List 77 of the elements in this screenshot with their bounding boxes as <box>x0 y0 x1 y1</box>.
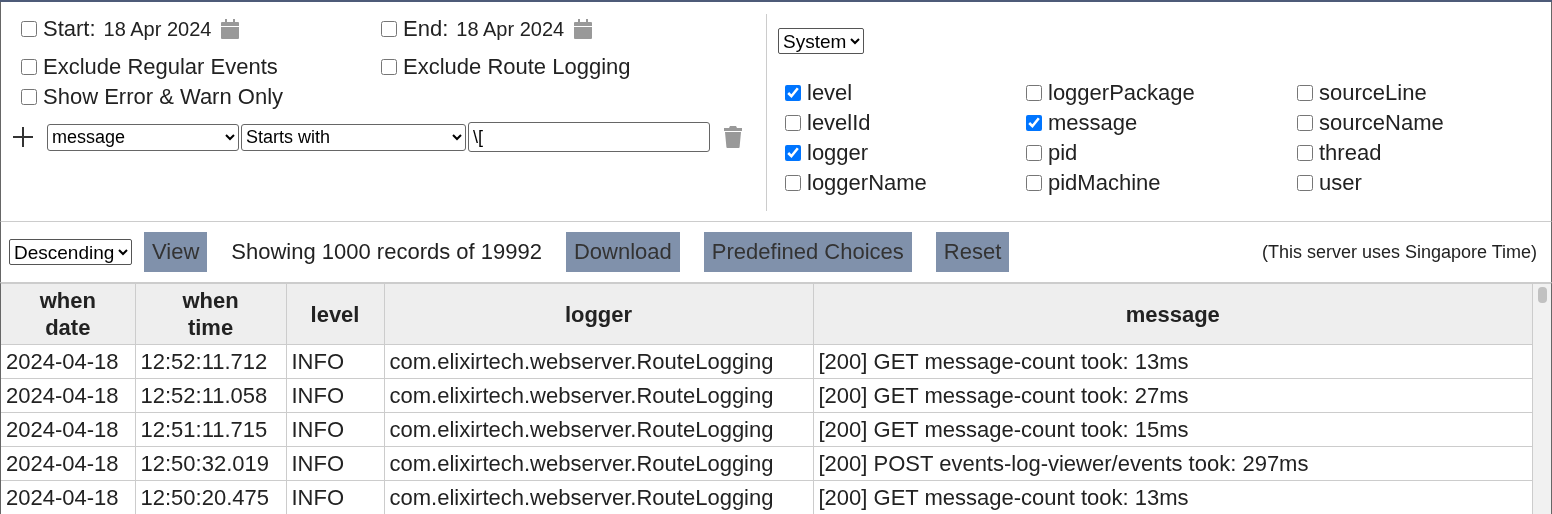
add-icon[interactable] <box>13 127 33 147</box>
column-header[interactable]: when time <box>135 284 286 345</box>
column-checkbox[interactable] <box>785 115 801 131</box>
column-label: user <box>1319 170 1362 196</box>
column-label: level <box>807 80 853 106</box>
table-cell: 2024-04-18 <box>1 412 135 447</box>
table-cell: 2024-04-18 <box>1 446 135 481</box>
column-header[interactable]: message <box>813 284 1533 345</box>
column-header[interactable]: when date <box>1 284 135 345</box>
table-cell: INFO <box>286 446 384 481</box>
date-checkbox[interactable] <box>21 21 37 37</box>
toolbar-button[interactable]: Predefined Choices <box>703 232 912 272</box>
column-checkbox[interactable] <box>1297 175 1313 191</box>
column-checkbox[interactable] <box>1297 85 1313 101</box>
table-cell: 12:52:11.058 <box>135 378 286 413</box>
table-cell: com.elixirtech.webserver.RouteLogging <box>384 412 813 447</box>
column-label: pid <box>1048 140 1078 166</box>
table-cell: com.elixirtech.webserver.RouteLogging <box>384 378 813 413</box>
date-label: End: <box>403 16 449 42</box>
calendar-icon[interactable] <box>574 19 593 39</box>
calendar-icon[interactable] <box>221 19 240 39</box>
toolbar-button[interactable]: Download <box>565 232 680 272</box>
column-checkbox[interactable] <box>1026 85 1042 101</box>
table-cell: [200] GET message-count took: 27ms <box>813 378 1533 413</box>
column-label: levelId <box>807 110 871 136</box>
date-value: 18 Apr 2024 <box>103 17 212 41</box>
column-checkbox[interactable] <box>1026 145 1042 161</box>
table-cell: INFO <box>286 378 384 413</box>
field-select[interactable]: message <box>47 123 239 151</box>
column-checkbox[interactable] <box>1026 115 1042 131</box>
column-checkbox[interactable] <box>1297 145 1313 161</box>
table-cell: INFO <box>286 344 384 379</box>
column-checkbox[interactable] <box>1026 175 1042 191</box>
table-cell: INFO <box>286 412 384 447</box>
toolbar-button[interactable]: Reset <box>935 232 1010 272</box>
column-label: loggerPackage <box>1048 80 1195 106</box>
column-header[interactable]: logger <box>384 284 813 345</box>
column-label: logger <box>807 140 869 166</box>
trash-icon[interactable] <box>724 126 742 148</box>
option-label: Exclude Route Logging <box>403 54 631 80</box>
table-cell: 2024-04-18 <box>1 344 135 379</box>
column-header[interactable]: level <box>286 284 384 345</box>
preset-select[interactable]: System <box>778 28 864 54</box>
column-checkbox[interactable] <box>785 145 801 161</box>
sort-select[interactable]: Descending <box>9 239 132 265</box>
table-cell: com.elixirtech.webserver.RouteLogging <box>384 446 813 481</box>
table-cell: 12:52:11.712 <box>135 344 286 379</box>
table-cell: 12:50:32.019 <box>135 446 286 481</box>
column-label: sourceName <box>1319 110 1444 136</box>
column-label: pidMachine <box>1048 170 1161 196</box>
column-label: thread <box>1319 140 1382 166</box>
table-cell: 2024-04-18 <box>1 378 135 413</box>
option-checkbox[interactable] <box>21 59 37 75</box>
table-cell: [200] GET message-count took: 13ms <box>813 344 1533 379</box>
option-checkbox[interactable] <box>381 59 397 75</box>
column-checkbox[interactable] <box>1297 115 1313 131</box>
option-checkbox[interactable] <box>21 89 37 105</box>
date-checkbox[interactable] <box>381 21 397 37</box>
operator-select[interactable]: Starts with <box>241 123 466 151</box>
option-label: Exclude Regular Events <box>43 54 278 80</box>
table-cell: [200] GET message-count took: 15ms <box>813 412 1533 447</box>
date-label: Start: <box>43 16 96 42</box>
column-checkbox[interactable] <box>785 175 801 191</box>
column-label: loggerName <box>807 170 927 196</box>
view-button[interactable]: View <box>144 232 208 272</box>
table-cell: 12:51:11.715 <box>135 412 286 447</box>
table-cell: com.elixirtech.webserver.RouteLogging <box>384 344 813 379</box>
column-label: sourceLine <box>1319 80 1427 106</box>
value-input[interactable]: \[ <box>468 122 710 152</box>
column-label: message <box>1048 110 1138 136</box>
timezone-note: (This server uses Singapore Time) <box>1261 241 1537 263</box>
option-label: Show Error & Warn Only <box>43 84 284 110</box>
record-count: Showing 1000 records of 19992 <box>231 239 542 265</box>
date-value: 18 Apr 2024 <box>456 17 565 41</box>
scrollbar[interactable] <box>1533 284 1551 514</box>
table-cell: [200] POST events-log-viewer/events took: 297ms <box>813 446 1533 481</box>
column-checkbox[interactable] <box>785 85 801 101</box>
